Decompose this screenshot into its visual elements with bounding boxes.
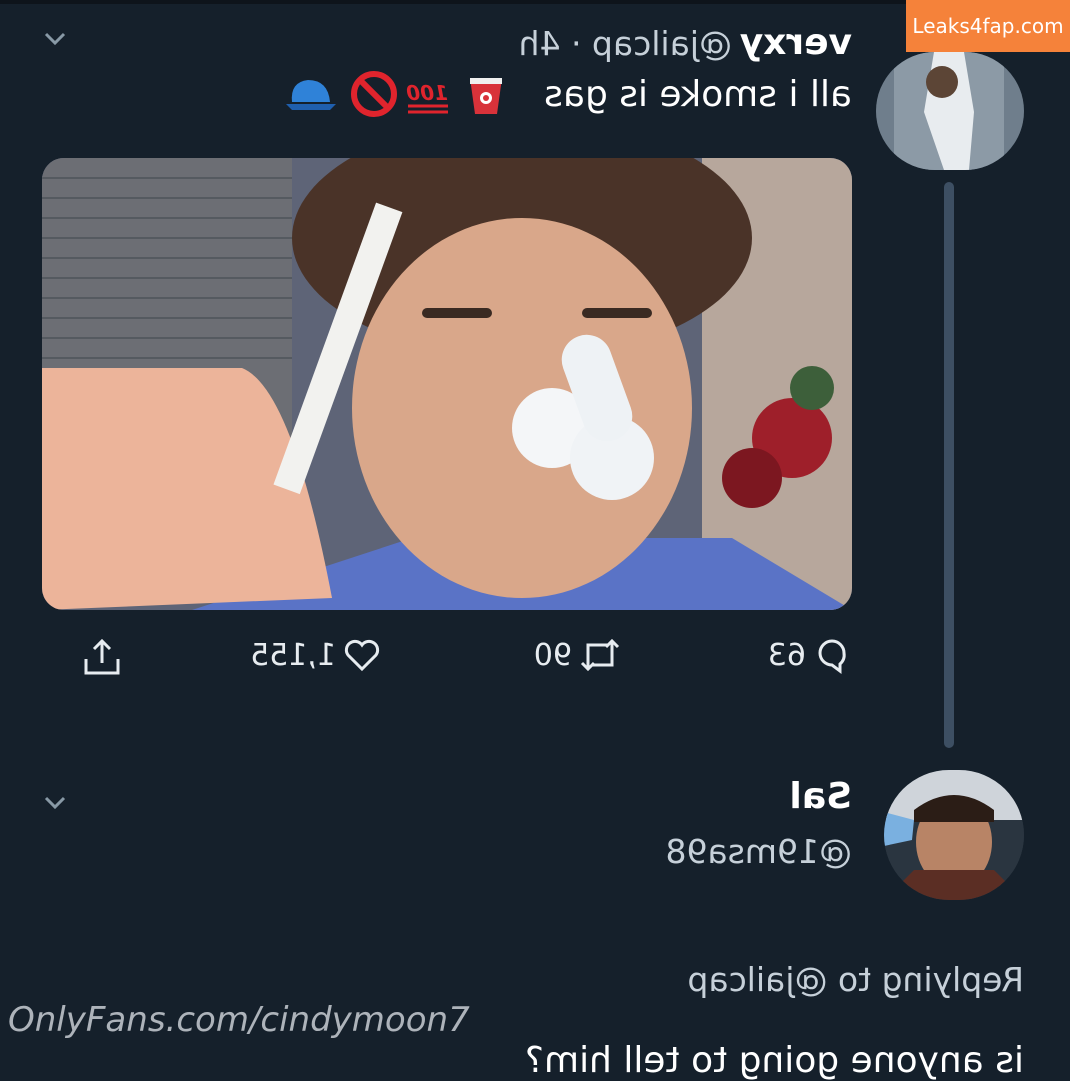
reply-author-handle[interactable]: @19msa98: [665, 832, 852, 871]
author-handle[interactable]: @jailcap · 4h: [519, 24, 732, 63]
author-name[interactable]: verxy: [740, 22, 852, 63]
reply-count: 63: [767, 637, 806, 673]
thread-connector: [944, 182, 954, 748]
reply-text: is anyone going to tell him?: [524, 1040, 1024, 1081]
retweet-icon: [580, 638, 620, 672]
svg-text:100: 100: [406, 81, 448, 105]
share-icon: [84, 638, 120, 675]
hundred-emoji: 100: [406, 81, 448, 114]
heart-icon: [344, 639, 380, 672]
site-watermark: Leaks4fap.com: [906, 0, 1070, 52]
replying-to-text: Replying to @jailcap: [687, 960, 1024, 999]
mirrored-timeline: verxy @jailcap · 4h all i smoke is gas 1…: [0, 0, 1070, 1081]
retweet-action[interactable]: 90: [534, 635, 622, 675]
replying-to[interactable]: Replying to @jailcap: [687, 960, 1024, 999]
tweet-text: all i smoke is gas: [544, 74, 852, 115]
like-action[interactable]: 1,155: [250, 635, 382, 675]
reply-action[interactable]: 63: [768, 635, 852, 675]
reply-author-name[interactable]: Sal: [789, 776, 852, 817]
reply-chevron-down-icon[interactable]: [40, 788, 70, 818]
red-cup-emoji: [470, 78, 502, 114]
reply-icon: [818, 639, 846, 674]
retweet-count: 90: [533, 637, 572, 673]
author-avatar[interactable]: [876, 52, 1024, 170]
onlyfans-watermark: OnlyFans.com/cindymoon7: [8, 1000, 470, 1040]
blue-cap-emoji: [286, 80, 336, 110]
like-count: 1,155: [250, 637, 336, 673]
no-entry-emoji: [351, 71, 397, 117]
reply-author-avatar[interactable]: [884, 770, 1024, 900]
chevron-down-icon[interactable]: [40, 24, 70, 54]
tweet-photo[interactable]: [42, 158, 852, 610]
share-action[interactable]: [80, 635, 124, 679]
tweet-action-bar: 63 90 1,155: [32, 635, 852, 705]
